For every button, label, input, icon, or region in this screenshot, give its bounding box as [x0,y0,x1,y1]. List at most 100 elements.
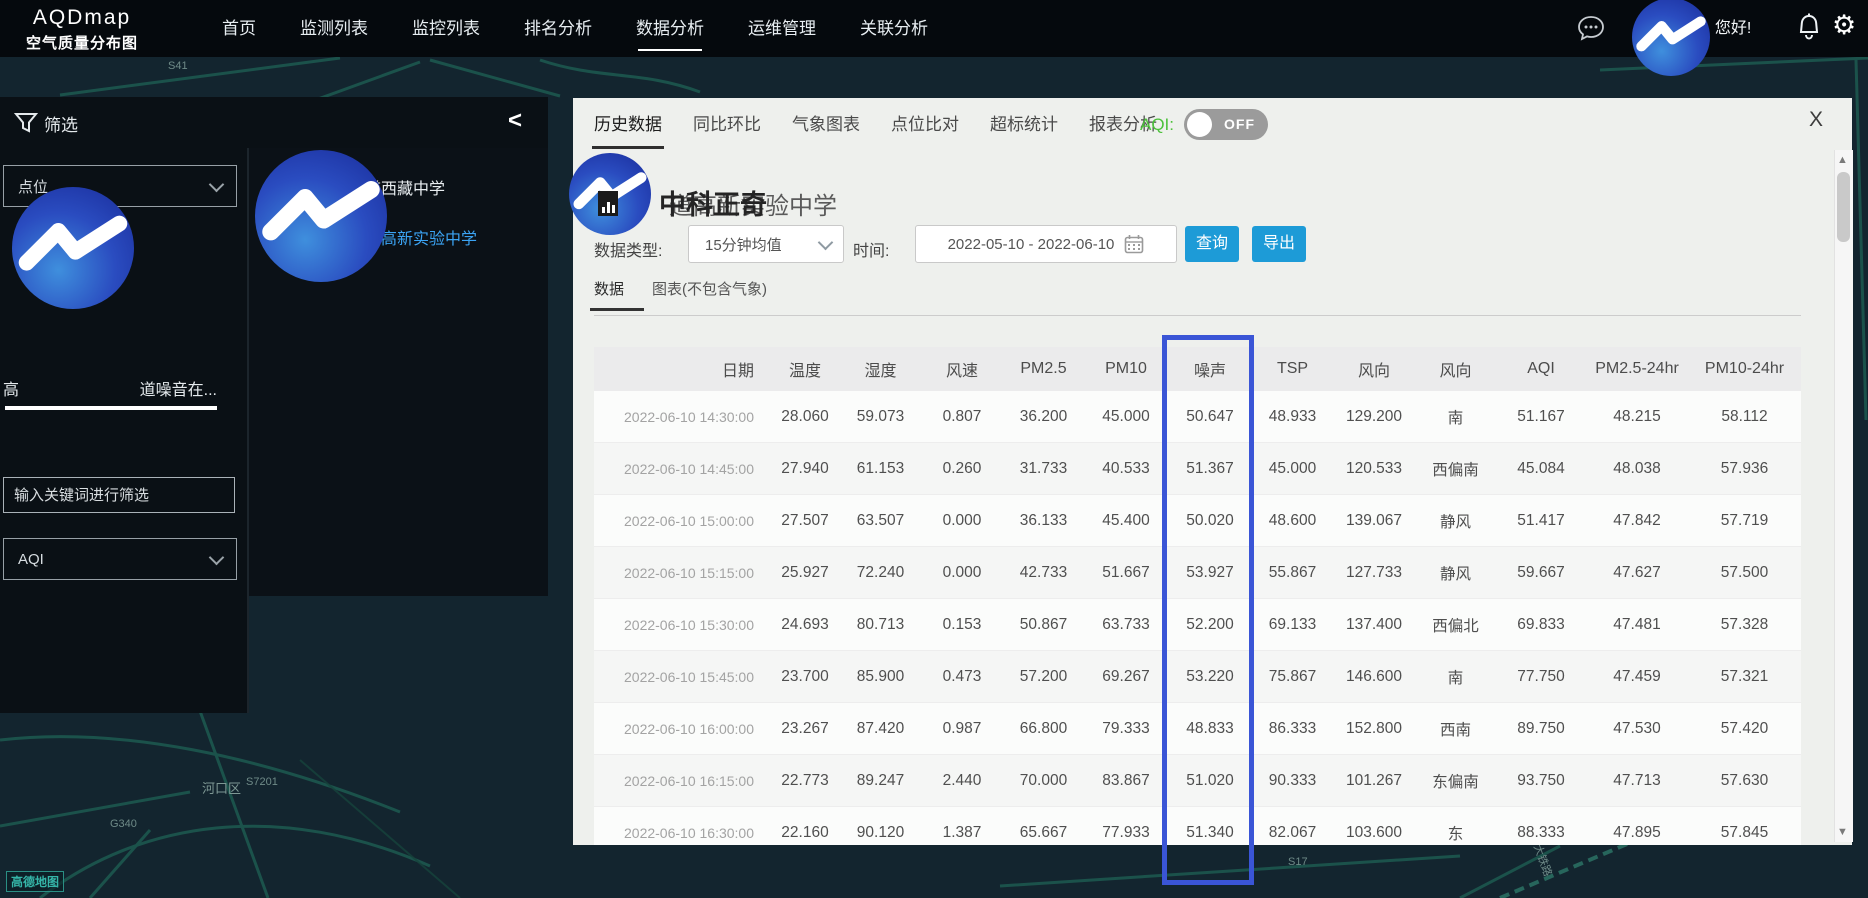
panel-tab-0[interactable]: 历史数据 [594,98,662,152]
query-button[interactable]: 查询 [1185,226,1239,262]
table-cell: 1.387 [921,807,1003,845]
app-logo: AQDmap 空气质量分布图 [26,6,138,53]
table-cell: 47.713 [1586,755,1688,806]
table-cell: 88.333 [1496,807,1586,845]
table-cell: 51.367 [1168,443,1252,494]
table-cell: 2022-06-10 15:45:00 [594,651,770,702]
table-cell: 57.321 [1688,651,1801,702]
subtab-1[interactable]: 图表(不包含气象) [652,278,767,311]
nav-item-3[interactable]: 排名分析 [524,0,592,57]
panel-tab-bar: 历史数据同比环比气象图表点位比对超标统计报表分析 [594,98,1157,152]
subtab-0[interactable]: 数据 [594,278,624,311]
table-cell: 47.895 [1586,807,1688,845]
date-range-input[interactable]: 2022-05-10 - 2022-06-10 [915,225,1177,263]
nav-item-1[interactable]: 监测列表 [300,0,368,57]
table-cell: 57.328 [1688,599,1801,650]
table-cell: 80.713 [840,599,921,650]
table-cell: 57.936 [1688,443,1801,494]
table-cell: 31.733 [1003,443,1084,494]
panel-tab-3[interactable]: 点位比对 [891,98,959,152]
nav-item-4[interactable]: 数据分析 [636,0,704,57]
panel-scrollbar[interactable]: ▲ ▼ [1834,150,1853,842]
data-table: 2022-06-10 14:30:0028.06059.0730.80736.2… [594,391,1801,845]
table-cell: 22.773 [770,755,840,806]
table-cell: 57.719 [1688,495,1801,546]
chevron-down-icon [818,234,834,250]
table-cell: 93.750 [1496,755,1586,806]
table-cell: 27.940 [770,443,840,494]
table-cell: 西偏北 [1415,599,1496,650]
date-range-value: 2022-05-10 - 2022-06-10 [948,236,1115,253]
scroll-down-arrow[interactable]: ▼ [1837,826,1848,838]
table-cell: 36.200 [1003,391,1084,442]
table-cell: 50.020 [1168,495,1252,546]
station-list-panel: 道西藏中学道高新实验中学 [249,148,548,596]
table-cell: 0.260 [921,443,1003,494]
panel-tab-4[interactable]: 超标统计 [990,98,1058,152]
map-district-label: 河口区 [202,778,241,797]
station-list-item-1[interactable]: 道高新实验中学 [249,215,548,265]
table-cell: 89.247 [840,755,921,806]
table-cell: 77.750 [1496,651,1586,702]
aqi-toggle-switch[interactable]: OFF [1184,109,1268,140]
data-type-value: 15分钟均值 [705,234,782,255]
station-marker-icon [598,191,618,216]
data-type-label: 数据类型: [594,237,662,261]
table-cell: 0.000 [921,547,1003,598]
aqi-metric-select[interactable]: AQI [3,538,237,580]
notification-bell-icon[interactable] [1795,13,1823,43]
point-type-select[interactable]: 点位 [3,165,237,207]
filter-tab-label: 道噪音在... [140,376,217,406]
station-list-item-0[interactable]: 道西藏中学 [249,165,548,215]
nav-item-0[interactable]: 首页 [222,0,256,57]
sidebar-collapse-button[interactable]: < [508,107,522,135]
table-cell: 103.600 [1333,807,1415,845]
table-cell: 66.800 [1003,703,1084,754]
table-cell: 79.333 [1084,703,1168,754]
main-nav: 首页监测列表监控列表排名分析数据分析运维管理关联分析 [222,0,928,57]
table-cell: 2.440 [921,755,1003,806]
table-cell: 2022-06-10 15:30:00 [594,599,770,650]
close-panel-button[interactable]: X [1809,108,1823,132]
settings-gear-icon[interactable]: ⚙ [1832,12,1856,39]
app-subtitle: 空气质量分布图 [26,32,138,53]
filter-panel-header: 筛选 < [0,97,548,149]
toggle-knob [1187,112,1212,137]
sidebar-filter-tab[interactable]: 高 道噪音在... [3,376,217,406]
table-cell: 75.867 [1252,651,1333,702]
table-header-cell: 风速 [921,347,1003,391]
table-header-cell: 日期 [594,347,770,391]
scrollbar-thumb[interactable] [1837,172,1850,242]
nav-item-2[interactable]: 监控列表 [412,0,480,57]
export-button[interactable]: 导出 [1252,226,1306,262]
table-cell: 48.600 [1252,495,1333,546]
nav-item-6[interactable]: 关联分析 [860,0,928,57]
scroll-up-arrow[interactable]: ▲ [1837,154,1848,166]
map-road-label-s41: S41 [168,60,188,72]
keyword-filter-input[interactable] [3,477,235,513]
map-attribution: 高德地图 [6,871,64,892]
aqi-toggle-label: AQI: [1140,115,1174,135]
table-cell: 101.267 [1333,755,1415,806]
table-cell: 82.067 [1252,807,1333,845]
panel-tab-1[interactable]: 同比环比 [693,98,761,152]
table-cell: 2022-06-10 15:15:00 [594,547,770,598]
table-cell: 63.733 [1084,599,1168,650]
chat-icon[interactable] [1576,14,1606,42]
table-row: 2022-06-10 15:00:0027.50763.5070.00036.1… [594,495,1801,547]
table-header-cell: AQI [1496,347,1586,391]
table-cell: 63.507 [840,495,921,546]
table-cell: 2022-06-10 16:30:00 [594,807,770,845]
table-cell: 2022-06-10 14:45:00 [594,443,770,494]
panel-tab-2[interactable]: 气象图表 [792,98,860,152]
table-cell: 0.807 [921,391,1003,442]
table-cell: 47.842 [1586,495,1688,546]
table-cell: 23.267 [770,703,840,754]
table-cell: 69.267 [1084,651,1168,702]
nav-item-5[interactable]: 运维管理 [748,0,816,57]
table-cell: 2022-06-10 15:00:00 [594,495,770,546]
table-cell: 47.481 [1586,599,1688,650]
table-cell: 48.215 [1586,391,1688,442]
table-cell: 52.200 [1168,599,1252,650]
data-type-select[interactable]: 15分钟均值 [688,225,844,263]
